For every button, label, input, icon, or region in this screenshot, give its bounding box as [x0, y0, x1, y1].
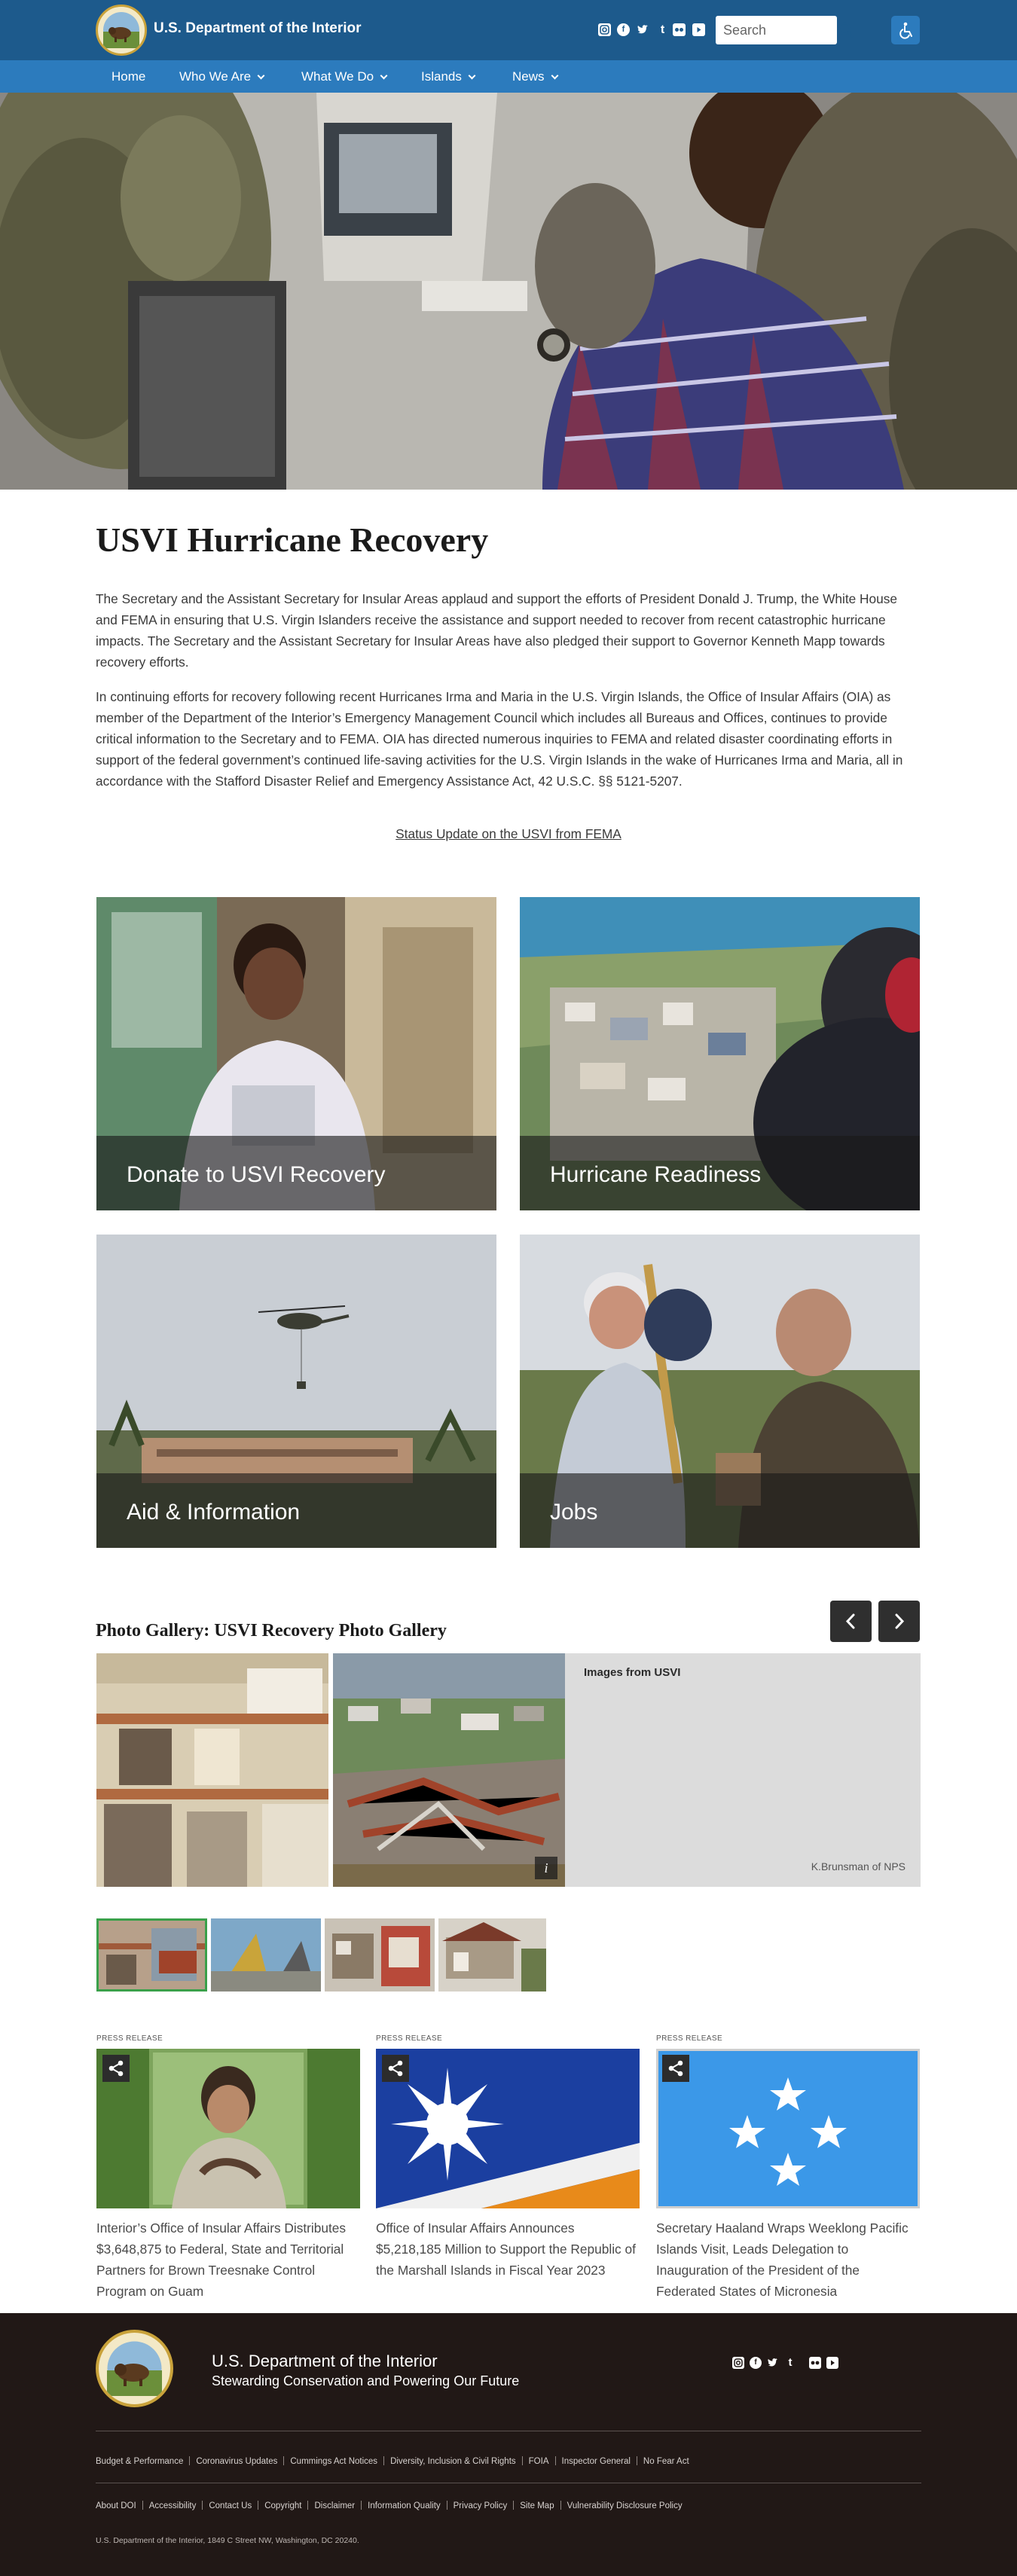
- card-jobs-label: Jobs: [550, 1500, 598, 1525]
- footer-link[interactable]: Vulnerability Disclosure Policy: [567, 2501, 683, 2510]
- press-title-link[interactable]: Interior’s Office of Insular Affairs Dis…: [96, 2217, 362, 2302]
- chevron-down-icon: [380, 72, 388, 80]
- tumblr-icon[interactable]: t: [656, 23, 669, 36]
- press-title-link[interactable]: Secretary Haaland Wraps Weeklong Pacific…: [656, 2217, 921, 2302]
- footer-link[interactable]: Information Quality: [368, 2501, 441, 2510]
- footer-link[interactable]: About DOI: [96, 2501, 136, 2510]
- footer-address: U.S. Department of the Interior, 1849 C …: [96, 2536, 359, 2545]
- gallery-prev-button[interactable]: [830, 1601, 872, 1642]
- instagram-icon[interactable]: [598, 23, 611, 36]
- footer-link[interactable]: Diversity, Inclusion & Civil Rights: [390, 2457, 516, 2466]
- footer-link[interactable]: Cummings Act Notices: [290, 2457, 377, 2466]
- gallery-title: Photo Gallery: USVI Recovery Photo Galle…: [96, 1621, 447, 1641]
- share-button[interactable]: [662, 2055, 689, 2082]
- top-header-bar: [0, 0, 1017, 60]
- footer-link[interactable]: Accessibility: [149, 2501, 197, 2510]
- chevron-left-icon: [845, 1613, 855, 1629]
- footer-links-primary: Budget & Performance Coronavirus Updates C…: [96, 2456, 689, 2466]
- card-readiness-label: Hurricane Readiness: [550, 1162, 762, 1187]
- info-icon[interactable]: i: [535, 1857, 557, 1879]
- wheelchair-icon: [899, 22, 912, 39]
- footer-link[interactable]: Inspector General: [562, 2457, 631, 2466]
- gallery-thumbnail-selected[interactable]: [96, 1918, 207, 1992]
- gallery-thumbnail[interactable]: [325, 1918, 435, 1992]
- footer-link[interactable]: No Fear Act: [643, 2457, 689, 2466]
- footer-link[interactable]: Budget & Performance: [96, 2457, 183, 2466]
- card-donate-label: Donate to USVI Recovery: [127, 1162, 386, 1187]
- gallery-next-button[interactable]: [878, 1601, 920, 1642]
- photo-credit: K.Brunsman of NPS: [811, 1860, 906, 1872]
- youtube-icon[interactable]: [692, 23, 705, 36]
- flickr-icon[interactable]: [673, 23, 686, 36]
- search-button[interactable]: [835, 16, 857, 44]
- facebook-icon[interactable]: f: [617, 23, 630, 36]
- card-hurricane-readiness[interactable]: Hurricane Readiness: [520, 897, 920, 1210]
- press-tag: PRESS RELEASE: [376, 2034, 443, 2043]
- press-image-treesnake[interactable]: [96, 2049, 360, 2208]
- facebook-icon[interactable]: f: [750, 2357, 762, 2369]
- footer-link[interactable]: FOIA: [529, 2457, 549, 2466]
- main-nav-bar: [0, 60, 1017, 93]
- gallery-info-panel: Images from USVI K.Brunsman of NPS: [565, 1653, 921, 1887]
- footer-agency-name: U.S. Department of the Interior: [212, 2352, 438, 2370]
- card-aid-label: Aid & Information: [127, 1500, 301, 1525]
- gallery-thumbnail[interactable]: [211, 1918, 321, 1992]
- footer-link[interactable]: Coronavirus Updates: [196, 2457, 277, 2466]
- twitter-icon[interactable]: [637, 23, 649, 36]
- footer-tagline: Stewarding Conservation and Powering Our…: [212, 2373, 520, 2388]
- card-jobs[interactable]: Jobs: [520, 1235, 920, 1548]
- nav-item-what-we-do[interactable]: What We Do: [301, 60, 388, 93]
- press-image-marshall-flag[interactable]: [376, 2049, 640, 2208]
- chevron-down-icon: [257, 72, 265, 80]
- gallery-thumbnail[interactable]: [438, 1918, 546, 1992]
- instagram-icon[interactable]: [732, 2357, 744, 2369]
- nav-item-who-we-are[interactable]: Who We Are: [179, 60, 265, 93]
- chevron-right-icon: [895, 1613, 905, 1629]
- share-icon: [108, 2060, 124, 2077]
- footer-link[interactable]: Copyright: [264, 2501, 301, 2510]
- flickr-icon[interactable]: [809, 2357, 821, 2369]
- nav-item-home[interactable]: Home: [111, 60, 145, 93]
- press-tag: PRESS RELEASE: [656, 2034, 723, 2043]
- gallery-second-photo[interactable]: i: [333, 1653, 565, 1887]
- footer-link[interactable]: Site Map: [520, 2501, 554, 2510]
- footer-link[interactable]: Contact Us: [209, 2501, 252, 2510]
- twitter-icon[interactable]: [767, 2357, 779, 2369]
- search-icon: [838, 22, 854, 38]
- gallery-main-photo[interactable]: [96, 1653, 328, 1887]
- hero-image: [0, 93, 1017, 490]
- share-icon: [388, 2060, 403, 2077]
- search-input[interactable]: [716, 16, 837, 44]
- doi-seal-logo[interactable]: [96, 2330, 173, 2407]
- footer-links-secondary: About DOI Accessibility Contact Us Copyrigh…: [96, 2501, 683, 2510]
- gallery-info-title: Images from USVI: [584, 1666, 681, 1679]
- share-button[interactable]: [382, 2055, 409, 2082]
- body-paragraph: In continuing efforts for recovery follo…: [96, 689, 903, 789]
- chevron-down-icon: [551, 72, 558, 80]
- card-aid-information[interactable]: Aid & Information: [96, 1235, 496, 1548]
- nav-item-news[interactable]: News: [512, 60, 558, 93]
- intro-paragraph: The Secretary and the Assistant Secretar…: [96, 591, 898, 670]
- agency-name[interactable]: U.S. Department of the Interior: [154, 20, 362, 37]
- press-title-link[interactable]: Office of Insular Affairs Announces $5,2…: [376, 2217, 641, 2281]
- press-image-micronesia-flag[interactable]: [656, 2049, 920, 2208]
- youtube-icon[interactable]: [826, 2357, 838, 2369]
- fema-status-link[interactable]: Status Update on the USVI from FEMA: [0, 826, 1017, 842]
- tumblr-icon[interactable]: t: [784, 2357, 796, 2369]
- share-icon: [668, 2060, 683, 2077]
- doi-seal-logo[interactable]: [96, 5, 147, 56]
- chevron-down-icon: [468, 72, 476, 80]
- press-tag: PRESS RELEASE: [96, 2034, 163, 2043]
- page-title: USVI Hurricane Recovery: [96, 520, 489, 559]
- accessibility-button[interactable]: [891, 16, 920, 44]
- footer-link[interactable]: Disclaimer: [314, 2501, 355, 2510]
- nav-item-islands[interactable]: Islands: [421, 60, 476, 93]
- footer-link[interactable]: Privacy Policy: [454, 2501, 508, 2510]
- share-button[interactable]: [102, 2055, 130, 2082]
- card-donate[interactable]: Donate to USVI Recovery: [96, 897, 496, 1210]
